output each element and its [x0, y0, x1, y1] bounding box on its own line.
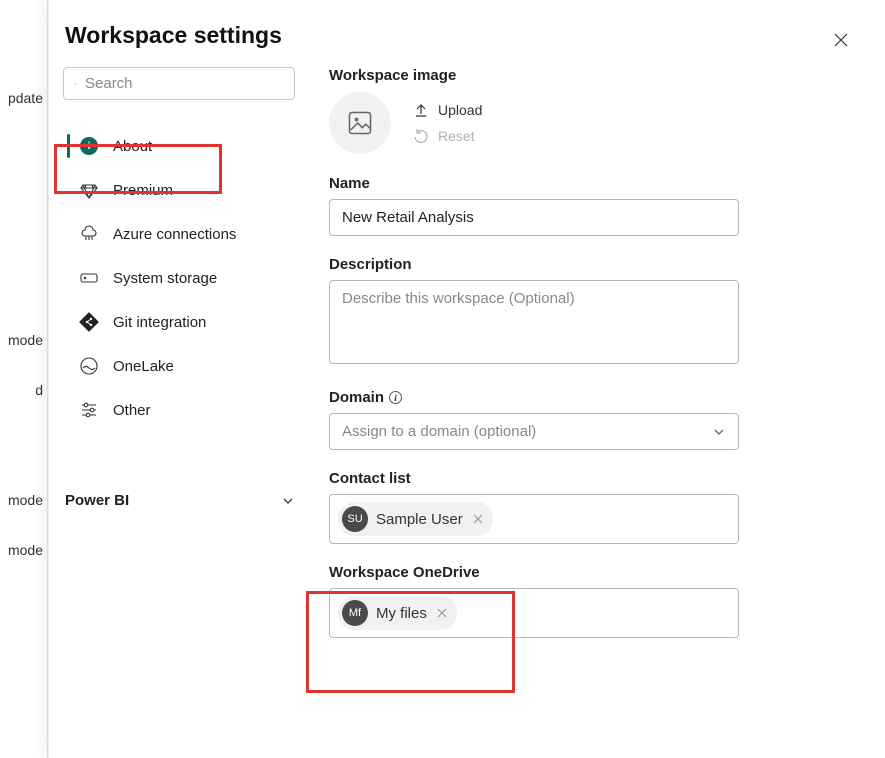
panel-title: Workspace settings — [65, 22, 853, 49]
chevron-down-icon — [712, 425, 726, 439]
chip-remove-button[interactable] — [471, 514, 485, 524]
nav-item-label: Git integration — [113, 314, 206, 331]
close-icon — [437, 608, 447, 618]
nav-item-label: System storage — [113, 270, 217, 287]
nav-item-git[interactable]: Git integration — [63, 300, 295, 344]
close-icon — [833, 32, 849, 48]
nav-item-label: Premium — [113, 182, 173, 199]
nav-item-storage[interactable]: System storage — [63, 256, 295, 300]
settings-form: Workspace image Upload Reset — [329, 67, 739, 658]
nav-item-other[interactable]: Other — [63, 388, 295, 432]
close-button[interactable] — [829, 28, 853, 52]
reset-icon — [413, 128, 429, 144]
section-power-bi[interactable]: Power BI — [63, 492, 295, 509]
avatar: Mf — [342, 600, 368, 626]
onelake-icon — [79, 356, 99, 376]
contact-list-label: Contact list — [329, 470, 739, 487]
workspace-image-thumb — [329, 92, 391, 154]
workspace-image-label: Workspace image — [329, 67, 739, 84]
cloud-icon — [79, 224, 99, 244]
chevron-down-icon — [281, 494, 295, 508]
onedrive-chip: Mf My files — [338, 596, 457, 630]
domain-select[interactable]: Assign to a domain (optional) — [329, 413, 739, 450]
background-obscured-content: pdate mode d mode mode — [0, 0, 48, 758]
chip-label: Sample User — [376, 511, 463, 528]
nav-item-label: OneLake — [113, 358, 174, 375]
info-icon[interactable]: i — [389, 391, 402, 404]
workspace-description-input[interactable] — [329, 280, 739, 364]
workspace-name-input[interactable] — [329, 199, 739, 236]
upload-button[interactable]: Upload — [413, 102, 482, 118]
image-placeholder-icon — [346, 109, 374, 137]
git-icon — [79, 312, 99, 332]
search-input[interactable] — [85, 75, 284, 92]
name-label: Name — [329, 175, 739, 192]
reset-button: Reset — [413, 128, 482, 144]
diamond-icon — [79, 180, 99, 200]
nav-item-label: Azure connections — [113, 226, 236, 243]
avatar: SU — [342, 506, 368, 532]
info-icon: i — [80, 137, 98, 155]
contact-list-input[interactable]: SU Sample User — [329, 494, 739, 544]
upload-icon — [413, 102, 429, 118]
contact-chip: SU Sample User — [338, 502, 493, 536]
settings-nav: i About Premium Azure connections — [63, 124, 295, 432]
chip-remove-button[interactable] — [435, 608, 449, 618]
settings-sidebar: i About Premium Azure connections — [63, 67, 295, 509]
nav-item-premium[interactable]: Premium — [63, 168, 295, 212]
chip-label: My files — [376, 605, 427, 622]
domain-label: Domain i — [329, 389, 739, 406]
nav-item-label: Other — [113, 402, 151, 419]
onedrive-input[interactable]: Mf My files — [329, 588, 739, 638]
nav-item-label: About — [113, 138, 152, 155]
sliders-icon — [79, 400, 99, 420]
nav-item-about[interactable]: i About — [63, 124, 295, 168]
close-icon — [473, 514, 483, 524]
storage-icon — [79, 268, 99, 288]
search-icon — [74, 76, 77, 92]
description-label: Description — [329, 256, 739, 273]
onedrive-label: Workspace OneDrive — [329, 564, 739, 581]
settings-panel: Workspace settings i About — [48, 0, 885, 758]
nav-item-onelake[interactable]: OneLake — [63, 344, 295, 388]
nav-item-azure[interactable]: Azure connections — [63, 212, 295, 256]
search-box[interactable] — [63, 67, 295, 100]
